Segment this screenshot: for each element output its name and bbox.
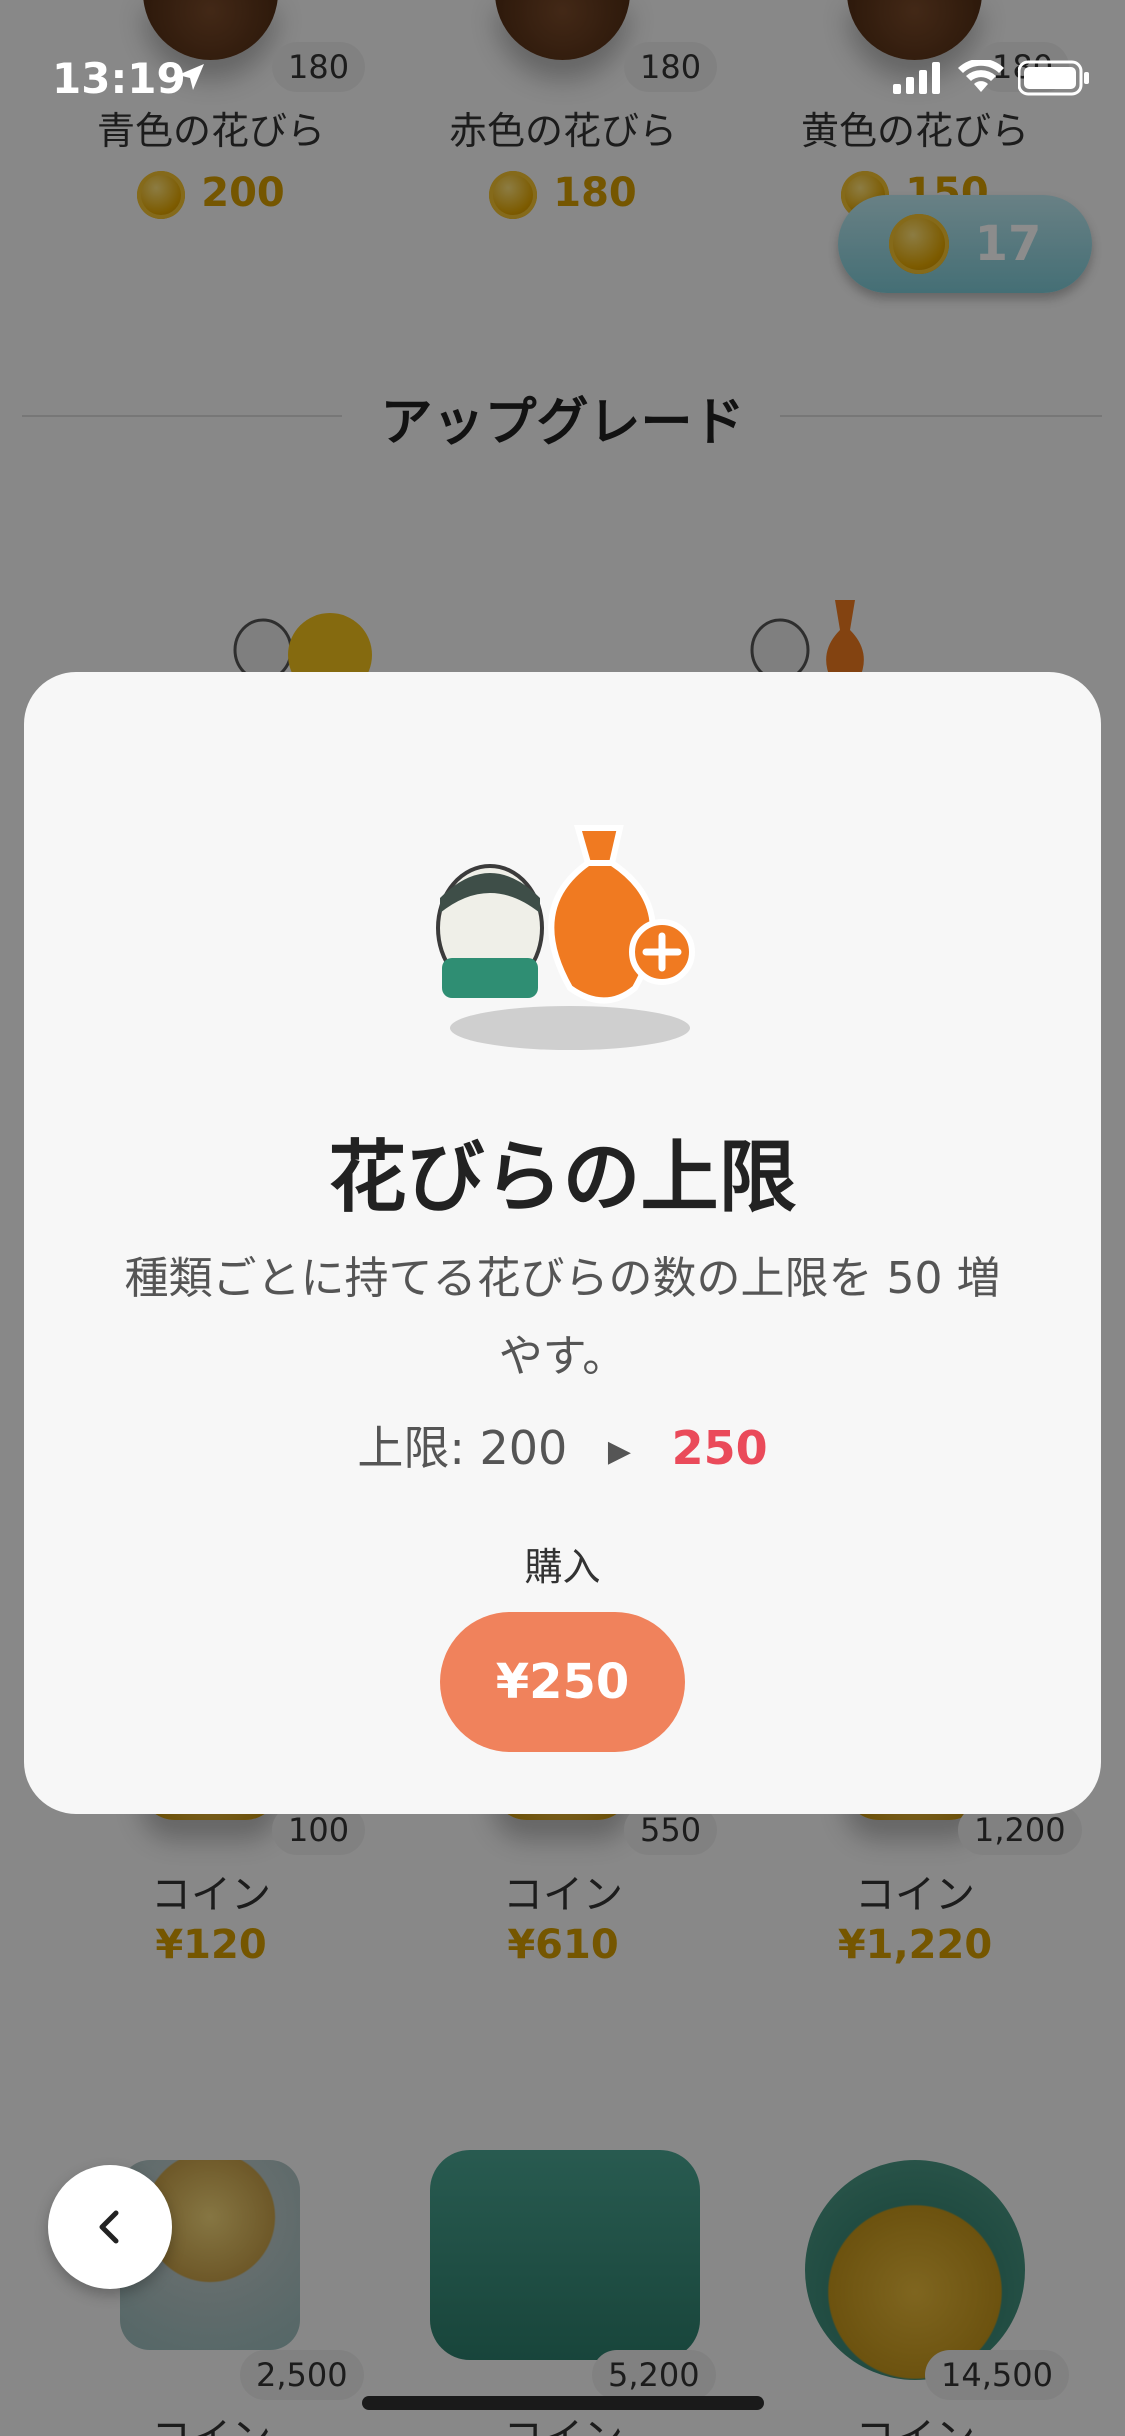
buy-label: 購入 bbox=[524, 1545, 601, 1589]
location-arrow-icon bbox=[178, 64, 204, 90]
battery-icon bbox=[1018, 60, 1089, 96]
back-button[interactable] bbox=[48, 2165, 172, 2289]
play-arrow-icon: ▶ bbox=[607, 1434, 631, 1469]
limit-current: 上限: 200 bbox=[357, 1421, 568, 1475]
modal-description: 種類ごとに持てる花びらの数の上限を 50 増やす。 bbox=[124, 1253, 1001, 1382]
buy-price-button[interactable]: ¥250 bbox=[440, 1612, 685, 1752]
limit-new-value: 250 bbox=[671, 1421, 768, 1475]
status-time: 13:19 bbox=[52, 54, 186, 103]
petal-limit-upgrade-icon bbox=[430, 818, 710, 1058]
modal-title: 花びらの上限 bbox=[328, 1133, 797, 1223]
limit-change: 上限: 200 ▶ 250 bbox=[24, 1412, 1101, 1478]
cellular-signal-icon bbox=[893, 62, 940, 94]
status-bar: 13:19 bbox=[0, 0, 1125, 150]
chevron-left-icon bbox=[99, 2210, 119, 2244]
home-indicator[interactable] bbox=[362, 2396, 764, 2410]
wifi-icon bbox=[958, 60, 1004, 92]
